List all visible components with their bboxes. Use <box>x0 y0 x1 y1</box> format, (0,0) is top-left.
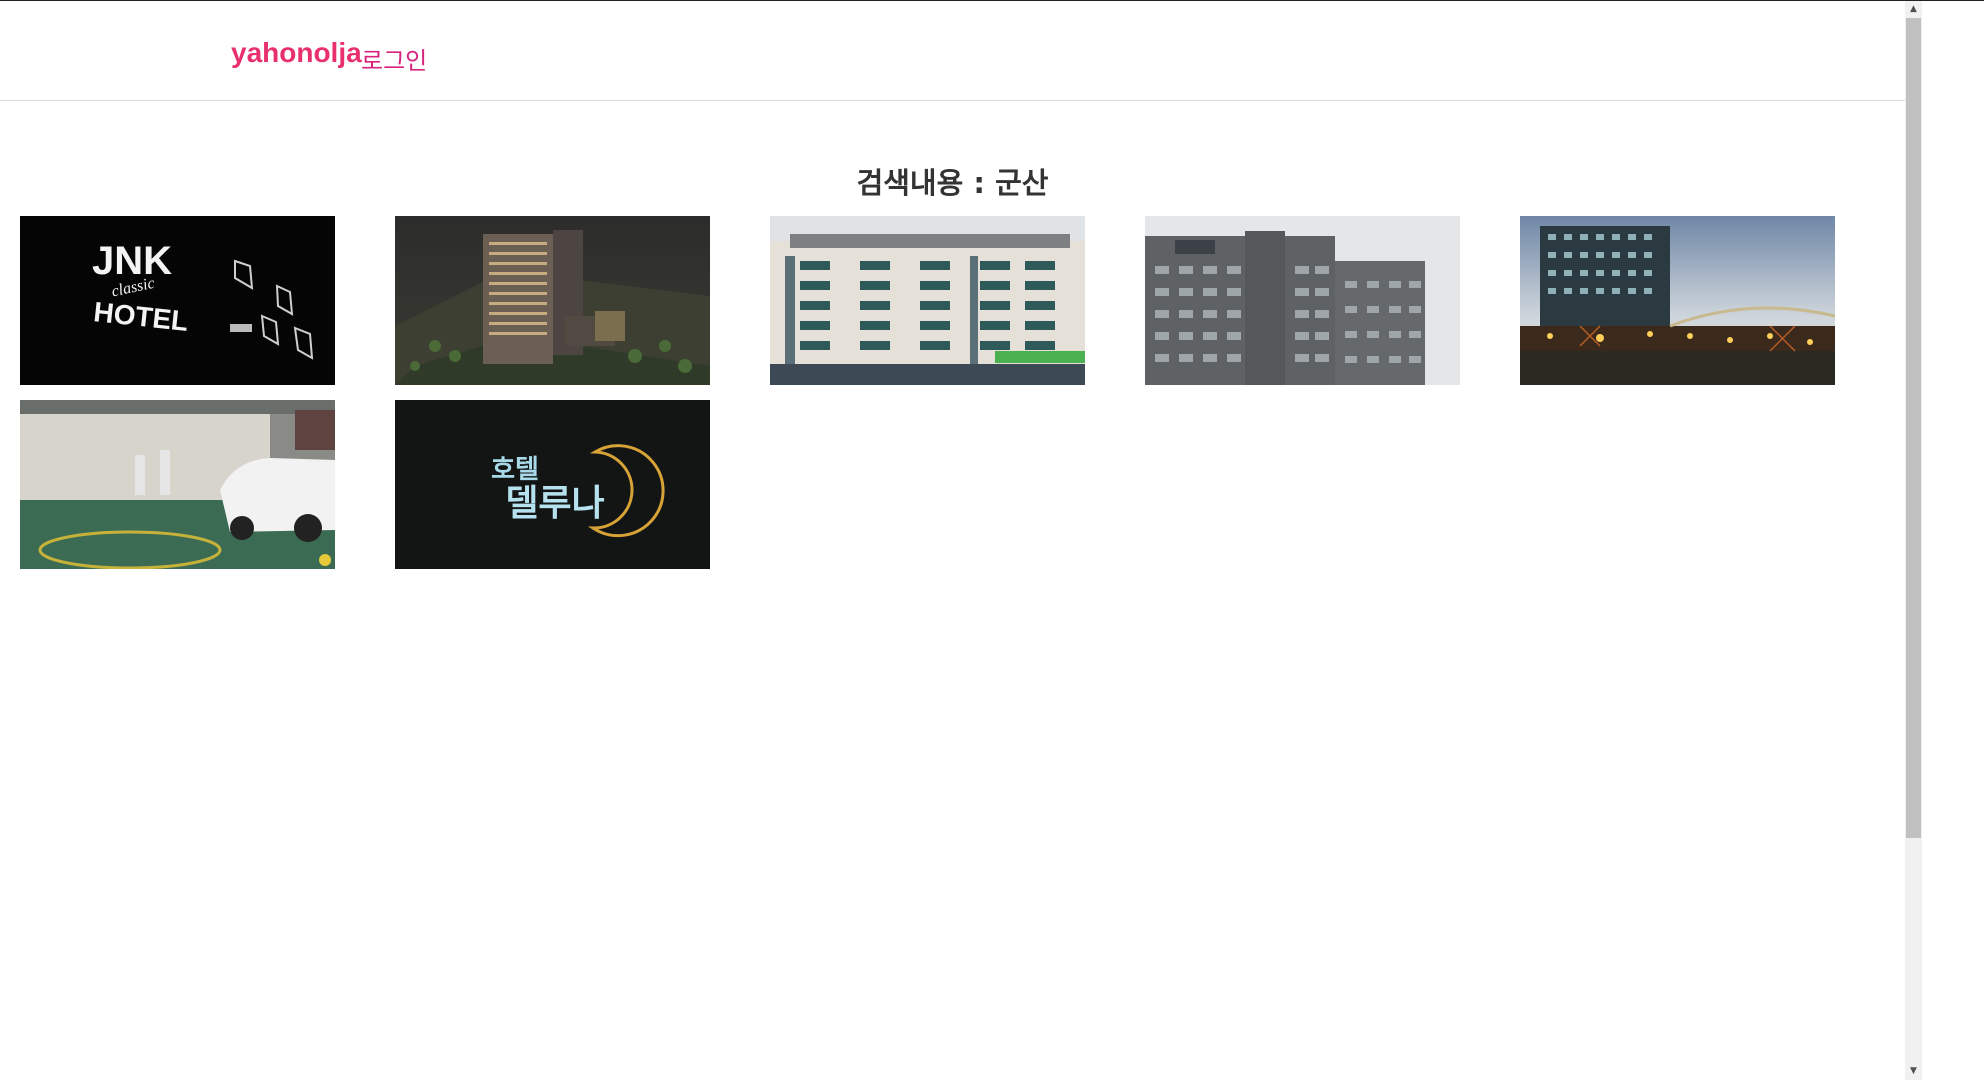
hotel-card-tower[interactable] <box>395 216 710 385</box>
hotel-image-beige-facade <box>770 216 1085 385</box>
login-link[interactable]: 로그인 <box>361 41 427 76</box>
sign-text-luna-kr: 델루나 <box>505 483 604 524</box>
sign-text-hotel-kr: 호텔 <box>491 455 539 485</box>
vertical-scrollbar[interactable]: ▲ ▼ <box>1905 1 1922 1080</box>
hotel-card-parking[interactable] <box>20 400 335 569</box>
scroll-thumb[interactable] <box>1906 18 1921 838</box>
scroll-down-arrow-icon[interactable]: ▼ <box>1905 1063 1922 1080</box>
hotel-image-dusk-hotel <box>1520 216 1835 385</box>
hotel-image-night-tower <box>395 216 710 385</box>
hotel-image-jnk-sign: JNK classic HOTEL <box>20 216 335 385</box>
hotel-results-grid: JNK classic HOTEL 호텔 델루나 <box>20 216 1835 569</box>
hotel-image-grey-building <box>1145 216 1460 385</box>
hotel-image-parking <box>20 400 335 569</box>
scroll-up-arrow-icon[interactable]: ▲ <box>1905 1 1922 18</box>
hotel-card-dusk[interactable] <box>1520 216 1835 385</box>
search-result-title: 검색내용 : 군산 <box>856 166 1049 200</box>
brand-logo[interactable]: yahonolja <box>231 37 362 69</box>
hotel-card-jnk[interactable]: JNK classic HOTEL <box>20 216 335 385</box>
hotel-image-luna-sign: 호텔 델루나 <box>395 400 710 569</box>
hotel-card-grey[interactable] <box>1145 216 1460 385</box>
hotel-card-luna[interactable]: 호텔 델루나 <box>395 400 710 569</box>
sign-text-jnk: JNK <box>92 239 172 283</box>
site-header: yahonolja 로그인 <box>0 1 1905 101</box>
hotel-card-beige[interactable] <box>770 216 1085 385</box>
